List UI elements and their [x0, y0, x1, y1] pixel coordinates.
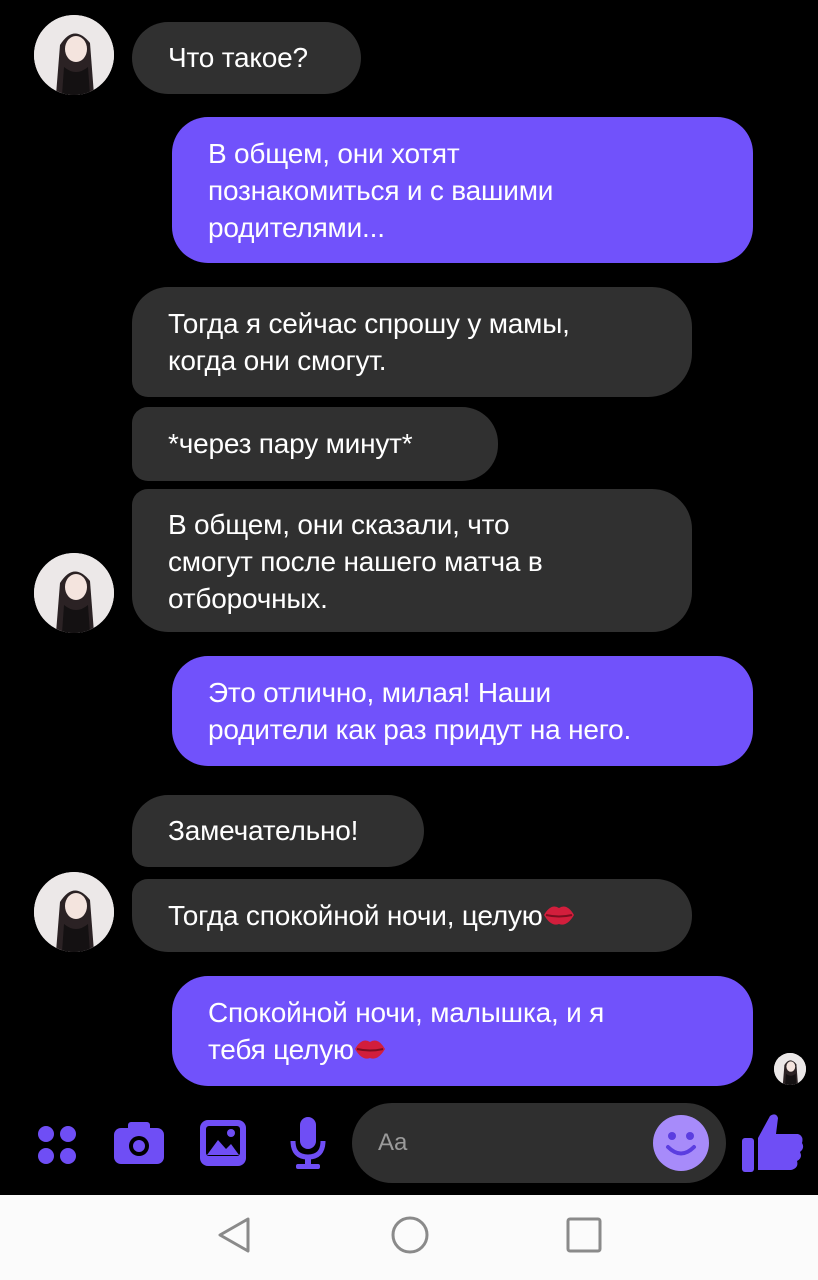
- home-circle-icon[interactable]: [390, 1215, 430, 1255]
- recents-square-icon[interactable]: [564, 1215, 604, 1255]
- message-line: Тогда я сейчас спрошу у мамы,: [168, 308, 570, 339]
- message-outgoing[interactable]: В общем, они хотят познакомиться и с ваш…: [172, 117, 753, 263]
- message-text: Замечательно!: [168, 815, 359, 846]
- avatar-image: [774, 1053, 806, 1085]
- avatar-image: [34, 15, 114, 95]
- seen-indicator-avatar: [774, 1053, 806, 1085]
- message-incoming[interactable]: Что такое?: [132, 22, 361, 94]
- message-line: В общем, они хотят: [208, 138, 460, 169]
- message-line: Это отлично, милая! Наши: [208, 677, 551, 708]
- contact-avatar[interactable]: [34, 872, 114, 952]
- thumbs-up-icon[interactable]: [740, 1110, 806, 1174]
- message-line: смогут после нашего матча в: [168, 546, 543, 577]
- avatar-image: [34, 553, 114, 633]
- microphone-icon[interactable]: [288, 1115, 328, 1171]
- kiss-mark-icon: [354, 1040, 385, 1059]
- message-incoming[interactable]: Тогда спокойной ночи, целую: [132, 879, 692, 952]
- message-input-placeholder: Aa: [378, 1129, 408, 1156]
- menu-dots-icon[interactable]: [36, 1124, 80, 1168]
- message-incoming[interactable]: В общем, они сказали, что смогут после н…: [132, 489, 692, 632]
- contact-avatar[interactable]: [34, 15, 114, 95]
- message-incoming[interactable]: *через пару минут*: [132, 407, 498, 481]
- conversation-view[interactable]: Что такое? В общем, они хотят познакомит…: [0, 0, 818, 1195]
- camera-icon[interactable]: [112, 1120, 166, 1166]
- message-line: отборочных.: [168, 583, 328, 614]
- message-line: познакомиться и с вашими: [208, 175, 554, 206]
- contact-avatar[interactable]: [34, 553, 114, 633]
- kiss-mark-icon: [543, 906, 574, 925]
- message-line: В общем, они сказали, что: [168, 509, 510, 540]
- message-line: тебя целую: [208, 1034, 354, 1065]
- system-navigation-bar: [0, 1195, 818, 1280]
- message-incoming[interactable]: Замечательно!: [132, 795, 424, 867]
- message-text: *через пару минут*: [168, 428, 413, 459]
- gallery-icon[interactable]: [198, 1118, 248, 1168]
- message-incoming[interactable]: Тогда я сейчас спрошу у мамы, когда они …: [132, 287, 692, 397]
- message-line: родителями...: [208, 212, 385, 243]
- message-outgoing[interactable]: Это отлично, милая! Наши родители как ра…: [172, 656, 753, 766]
- message-outgoing[interactable]: Спокойной ночи, малышка, и я тебя целую: [172, 976, 753, 1086]
- emoji-icon[interactable]: [652, 1114, 710, 1172]
- message-text: Что такое?: [168, 42, 308, 73]
- back-triangle-icon[interactable]: [214, 1215, 254, 1255]
- message-line: родители как раз придут на него.: [208, 714, 632, 745]
- message-text: Тогда спокойной ночи, целую: [168, 900, 543, 931]
- message-line: Спокойной ночи, малышка, и я: [208, 997, 605, 1028]
- message-line: когда они смогут.: [168, 345, 387, 376]
- avatar-image: [34, 872, 114, 952]
